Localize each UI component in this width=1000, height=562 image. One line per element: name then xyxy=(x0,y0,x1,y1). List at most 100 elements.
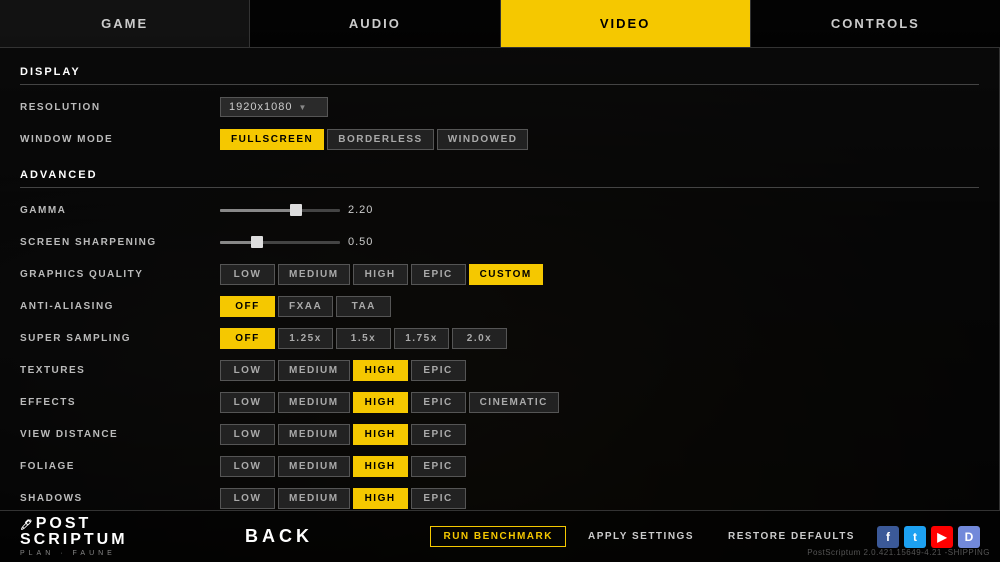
tab-game[interactable]: GAME xyxy=(0,0,250,47)
super-sampling-label: SUPER SAMPLING xyxy=(20,333,220,344)
shadows-row: SHADOWS LOW MEDIUM HIGH EPIC xyxy=(20,484,979,510)
screen-sharpening-control: 0.50 xyxy=(220,236,383,248)
btn-gq-high[interactable]: HIGH xyxy=(353,264,408,285)
btn-tex-medium[interactable]: MEDIUM xyxy=(278,360,350,381)
btn-fullscreen[interactable]: FULLSCREEN xyxy=(220,129,324,150)
logo-post: POST xyxy=(36,516,92,532)
btn-tex-low[interactable]: LOW xyxy=(220,360,275,381)
effects-row: EFFECTS LOW MEDIUM HIGH EPIC CINEMATIC xyxy=(20,388,979,416)
resolution-label: RESOLUTION xyxy=(20,102,220,113)
resolution-dropdown[interactable]: 1920x1080 ▼ xyxy=(220,97,328,117)
shadows-control: LOW MEDIUM HIGH EPIC xyxy=(220,488,466,509)
window-mode-row: WINDOW MODE FULLSCREEN BORDERLESS WINDOW… xyxy=(20,125,979,153)
screen-sharpening-label: SCREEN SHARPENING xyxy=(20,237,220,248)
graphics-quality-control: LOW MEDIUM HIGH EPIC CUSTOM xyxy=(220,264,543,285)
btn-aa-taa[interactable]: TAA xyxy=(336,296,391,317)
btn-eff-high[interactable]: HIGH xyxy=(353,392,408,413)
advanced-header: ADVANCED xyxy=(20,161,979,188)
super-sampling-row: SUPER SAMPLING OFF 1.25x 1.5x 1.75x 2.0x xyxy=(20,324,979,352)
view-distance-row: VIEW DISTANCE LOW MEDIUM HIGH EPIC xyxy=(20,420,979,448)
screen-sharpening-row: SCREEN SHARPENING 0.50 xyxy=(20,228,979,256)
btn-aa-off[interactable]: OFF xyxy=(220,296,275,317)
btn-shad-epic[interactable]: EPIC xyxy=(411,488,466,509)
anti-aliasing-control: OFF FXAA TAA xyxy=(220,296,391,317)
btn-fol-high[interactable]: HIGH xyxy=(353,456,408,477)
apply-settings-button[interactable]: APPLY SETTINGS xyxy=(576,527,706,546)
anti-aliasing-label: ANTI-ALIASING xyxy=(20,301,220,312)
btn-shad-low[interactable]: LOW xyxy=(220,488,275,509)
graphics-quality-label: GRAPHICS QUALITY xyxy=(20,269,220,280)
super-sampling-control: OFF 1.25x 1.5x 1.75x 2.0x xyxy=(220,328,507,349)
foliage-row: FOLIAGE LOW MEDIUM HIGH EPIC xyxy=(20,452,979,480)
btn-ss-125[interactable]: 1.25x xyxy=(278,328,333,349)
tab-controls[interactable]: CONTROLS xyxy=(751,0,1000,47)
textures-label: TEXTURES xyxy=(20,365,220,376)
btn-ss-off[interactable]: OFF xyxy=(220,328,275,349)
gamma-row: GAMMA 2.20 xyxy=(20,196,979,224)
display-header: DISPLAY xyxy=(20,58,979,85)
sharpening-slider-track[interactable] xyxy=(220,241,340,244)
btn-tex-epic[interactable]: EPIC xyxy=(411,360,466,381)
version-text: PostScriptum 2.0.421.15649-4.21 -SHIPPIN… xyxy=(807,548,990,557)
logo: 🖊 POST SCRIPTUM PLAN · FAUNE xyxy=(20,516,128,558)
btn-vd-epic[interactable]: EPIC xyxy=(411,424,466,445)
btn-aa-fxaa[interactable]: FXAA xyxy=(278,296,333,317)
btn-gq-medium[interactable]: MEDIUM xyxy=(278,264,350,285)
btn-fol-medium[interactable]: MEDIUM xyxy=(278,456,350,477)
btn-fol-low[interactable]: LOW xyxy=(220,456,275,477)
btn-eff-low[interactable]: LOW xyxy=(220,392,275,413)
run-benchmark-button[interactable]: RUN BENCHMARK xyxy=(430,526,566,547)
textures-row: TEXTURES LOW MEDIUM HIGH EPIC xyxy=(20,356,979,384)
version-bar: PostScriptum 2.0.421.15649-4.21 -SHIPPIN… xyxy=(807,542,990,560)
btn-shad-high[interactable]: HIGH xyxy=(353,488,408,509)
settings-panel: DISPLAY RESOLUTION 1920x1080 ▼ WINDOW MO… xyxy=(0,48,1000,510)
anti-aliasing-row: ANTI-ALIASING OFF FXAA TAA xyxy=(20,292,979,320)
btn-eff-medium[interactable]: MEDIUM xyxy=(278,392,350,413)
btn-vd-low[interactable]: LOW xyxy=(220,424,275,445)
gamma-label: GAMMA xyxy=(20,205,220,216)
window-mode-control: FULLSCREEN BORDERLESS WINDOWED xyxy=(220,129,528,150)
btn-gq-epic[interactable]: EPIC xyxy=(411,264,466,285)
logo-subtitle: PLAN · FAUNE xyxy=(20,550,128,558)
sharpening-slider-thumb[interactable] xyxy=(251,236,263,248)
view-distance-control: LOW MEDIUM HIGH EPIC xyxy=(220,424,466,445)
resolution-control: 1920x1080 ▼ xyxy=(220,97,328,117)
resolution-row: RESOLUTION 1920x1080 ▼ xyxy=(20,93,979,121)
btn-ss-150[interactable]: 1.5x xyxy=(336,328,391,349)
logo-area: 🖊 POST SCRIPTUM PLAN · FAUNE xyxy=(20,516,128,558)
shadows-label: SHADOWS xyxy=(20,493,220,504)
logo-scriptum: SCRIPTUM xyxy=(20,532,128,548)
btn-eff-cinematic[interactable]: CINEMATIC xyxy=(469,392,559,413)
btn-gq-custom[interactable]: CUSTOM xyxy=(469,264,543,285)
gamma-value: 2.20 xyxy=(348,204,383,216)
btn-fol-epic[interactable]: EPIC xyxy=(411,456,466,477)
back-button[interactable]: BACK xyxy=(245,526,313,547)
tab-bar: GAME AUDIO VIDEO CONTROLS xyxy=(0,0,1000,48)
sharpening-value: 0.50 xyxy=(348,236,383,248)
view-distance-label: VIEW DISTANCE xyxy=(20,429,220,440)
gamma-slider-track[interactable] xyxy=(220,209,340,212)
main-area: DISPLAY RESOLUTION 1920x1080 ▼ WINDOW MO… xyxy=(0,48,1000,510)
dropdown-arrow-icon: ▼ xyxy=(298,103,307,112)
btn-ss-200[interactable]: 2.0x xyxy=(452,328,507,349)
foliage-control: LOW MEDIUM HIGH EPIC xyxy=(220,456,466,477)
textures-control: LOW MEDIUM HIGH EPIC xyxy=(220,360,466,381)
btn-eff-epic[interactable]: EPIC xyxy=(411,392,466,413)
effects-label: EFFECTS xyxy=(20,397,220,408)
gamma-slider-fill xyxy=(220,209,294,212)
gamma-slider-thumb[interactable] xyxy=(290,204,302,216)
gamma-control: 2.20 xyxy=(220,204,383,216)
btn-borderless[interactable]: BORDERLESS xyxy=(327,129,433,150)
btn-shad-medium[interactable]: MEDIUM xyxy=(278,488,350,509)
tab-audio[interactable]: AUDIO xyxy=(250,0,500,47)
effects-control: LOW MEDIUM HIGH EPIC CINEMATIC xyxy=(220,392,559,413)
tab-video[interactable]: VIDEO xyxy=(501,0,751,47)
btn-gq-low[interactable]: LOW xyxy=(220,264,275,285)
btn-windowed[interactable]: WINDOWED xyxy=(437,129,529,150)
window-mode-label: WINDOW MODE xyxy=(20,134,220,145)
graphics-quality-row: GRAPHICS QUALITY LOW MEDIUM HIGH EPIC CU… xyxy=(20,260,979,288)
btn-vd-high[interactable]: HIGH xyxy=(353,424,408,445)
btn-tex-high[interactable]: HIGH xyxy=(353,360,408,381)
btn-vd-medium[interactable]: MEDIUM xyxy=(278,424,350,445)
btn-ss-175[interactable]: 1.75x xyxy=(394,328,449,349)
